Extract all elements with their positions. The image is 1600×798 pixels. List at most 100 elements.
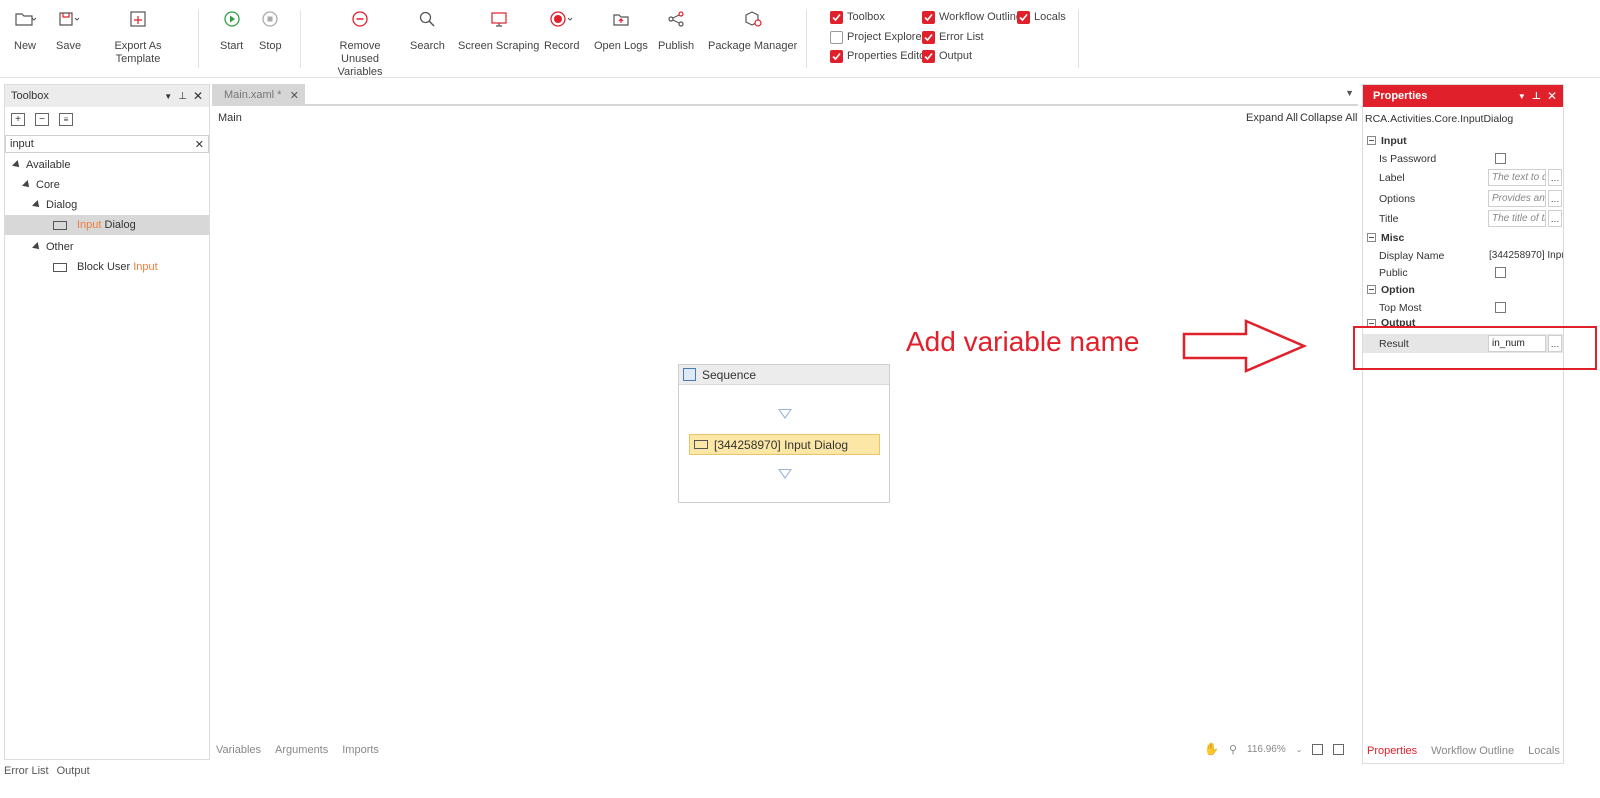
category-misc[interactable]: Misc — [1363, 228, 1563, 247]
project-explorer-checkbox-label: Project Explorer — [847, 31, 926, 43]
is-password-checkbox[interactable] — [1495, 153, 1506, 164]
pan-hand-icon[interactable]: ✋ — [1204, 742, 1219, 756]
arguments-tab[interactable]: Arguments — [275, 744, 328, 756]
toolbox-item-block-user-input[interactable]: Block User Input — [5, 257, 209, 277]
annotation-highlight-box — [1353, 326, 1597, 370]
list-view-icon[interactable]: ≡ — [59, 113, 73, 126]
output-checkbox[interactable]: Output — [922, 48, 972, 64]
property-label: Public — [1379, 266, 1408, 279]
zoom-search-icon[interactable]: ⚲ — [1229, 743, 1237, 756]
sequence-activity[interactable]: Sequence [344258970] Input Dialog — [678, 364, 890, 503]
toolbox-search-input[interactable]: input ✕ — [5, 135, 209, 153]
empty-checkbox-icon — [830, 30, 843, 44]
publish-label: Publish — [658, 40, 695, 52]
search-button[interactable]: Search — [410, 8, 445, 53]
record-icon — [549, 8, 575, 30]
ribbon-divider — [198, 10, 199, 68]
new-label: New — [14, 40, 37, 52]
record-button[interactable]: Record — [544, 8, 579, 53]
document-tabstrip: Main.xaml * ✕ ▼ — [212, 84, 1358, 106]
property-label-row: Label The text to display … — [1363, 168, 1563, 187]
title-field[interactable]: The title of the dialog — [1488, 210, 1546, 227]
save-button[interactable]: Save — [56, 8, 81, 53]
zoom-level[interactable]: 116.96% — [1247, 744, 1286, 755]
start-button[interactable]: Start — [220, 8, 243, 53]
workflow-outline-checkbox[interactable]: Workflow Outline — [922, 9, 1022, 25]
export-template-button[interactable]: Export As Template — [96, 8, 180, 66]
category-option[interactable]: Option — [1363, 280, 1563, 299]
expand-all-link[interactable]: Expand All — [1246, 112, 1298, 124]
chevron-down-icon[interactable]: ⌄ — [1296, 745, 1303, 754]
top-most-checkbox[interactable] — [1495, 302, 1506, 313]
tree-node-available[interactable]: Available — [5, 155, 209, 175]
collapse-all-link[interactable]: Collapse All — [1300, 112, 1357, 124]
open-logs-button[interactable]: Open Logs — [594, 8, 648, 53]
variables-tab[interactable]: Variables — [216, 744, 261, 756]
overview-map-icon[interactable] — [1333, 743, 1345, 755]
clear-search-icon[interactable]: ✕ — [195, 138, 204, 151]
input-dialog-activity[interactable]: [344258970] Input Dialog — [689, 434, 880, 455]
match-highlight: Input — [77, 219, 102, 231]
imports-tab[interactable]: Imports — [342, 744, 379, 756]
checkmark-icon — [1017, 10, 1030, 24]
collapse-icon — [1367, 136, 1376, 145]
output-checkbox-label: Output — [939, 50, 973, 62]
play-icon — [223, 8, 241, 30]
label-ellipsis-button[interactable]: … — [1548, 169, 1562, 186]
open-logs-icon — [612, 8, 630, 30]
toolbox-item-input-dialog[interactable]: Input Dialog — [5, 215, 209, 235]
tree-label: Dialog — [101, 219, 136, 231]
public-checkbox[interactable] — [1495, 267, 1506, 278]
close-tab-icon[interactable]: ✕ — [290, 89, 299, 102]
dropdown-icon[interactable]: ▼ — [164, 92, 172, 101]
dropdown-icon[interactable]: ▼ — [1518, 92, 1526, 101]
toolbox-title: Toolbox — [11, 90, 49, 102]
drop-target-arrow-icon[interactable] — [778, 409, 792, 419]
ribbon-toolbar: New Save Export As Template Start Stop R… — [0, 0, 1600, 78]
collapse-all-icon[interactable]: − — [35, 113, 49, 126]
expand-triangle-icon — [12, 160, 22, 170]
error-list-tab[interactable]: Error List — [4, 765, 49, 777]
label-field[interactable]: The text to display — [1488, 169, 1546, 186]
category-input[interactable]: Input — [1363, 131, 1563, 150]
workflow-outline-tab[interactable]: Workflow Outline — [1431, 745, 1514, 757]
properties-tab[interactable]: Properties — [1367, 745, 1417, 757]
error-list-checkbox[interactable]: Error List — [922, 29, 984, 45]
properties-bottom-tabs: Properties Workflow Outline Locals — [1367, 745, 1560, 757]
fit-to-screen-icon[interactable] — [1312, 743, 1324, 755]
stop-button[interactable]: Stop — [259, 8, 282, 53]
close-icon[interactable]: ✕ — [1547, 89, 1557, 103]
open-logs-label: Open Logs — [594, 40, 648, 52]
tree-node-core[interactable]: Core — [5, 175, 209, 195]
locals-tab[interactable]: Locals — [1528, 745, 1560, 757]
toolbox-panel: Toolbox ▼ ⊥ ✕ + − ≡ input ✕ Available Co… — [4, 84, 210, 760]
options-ellipsis-button[interactable]: … — [1548, 190, 1562, 207]
remove-unused-variables-button[interactable]: Remove Unused Variables — [322, 8, 398, 79]
display-name-field[interactable]: [344258970] Input Dialog — [1489, 250, 1563, 261]
tab-main-xaml[interactable]: Main.xaml * ✕ — [212, 84, 305, 106]
title-ellipsis-button[interactable]: … — [1548, 210, 1562, 227]
breadcrumb[interactable]: Main — [218, 112, 242, 124]
package-manager-button[interactable]: Package Manager — [708, 8, 797, 53]
tree-node-other[interactable]: Other — [5, 237, 209, 257]
close-icon[interactable]: ✕ — [193, 89, 203, 103]
share-icon — [667, 8, 685, 30]
screen-scraping-label: Screen Scraping — [458, 40, 540, 52]
locals-checkbox[interactable]: Locals — [1017, 9, 1066, 25]
expand-all-icon[interactable]: + — [11, 113, 25, 126]
tree-node-dialog[interactable]: Dialog — [5, 195, 209, 215]
output-tab[interactable]: Output — [57, 765, 90, 777]
pin-icon[interactable]: ⊥ — [1532, 91, 1541, 102]
project-explorer-checkbox[interactable]: Project Explorer — [830, 29, 925, 45]
tab-overflow-icon[interactable]: ▼ — [1345, 88, 1354, 98]
pin-icon[interactable]: ⊥ — [178, 91, 187, 102]
publish-button[interactable]: Publish — [658, 8, 694, 53]
properties-editor-checkbox[interactable]: Properties Editor — [830, 48, 929, 64]
screen-scraping-button[interactable]: Screen Scraping — [458, 8, 539, 53]
new-button[interactable]: New — [14, 8, 36, 53]
options-field[interactable]: Provides an array of options — [1488, 190, 1546, 207]
block-input-icon — [53, 262, 67, 272]
toolbox-checkbox[interactable]: Toolbox — [830, 9, 885, 25]
expand-triangle-icon — [32, 200, 42, 210]
drop-target-arrow-icon[interactable] — [778, 469, 792, 479]
